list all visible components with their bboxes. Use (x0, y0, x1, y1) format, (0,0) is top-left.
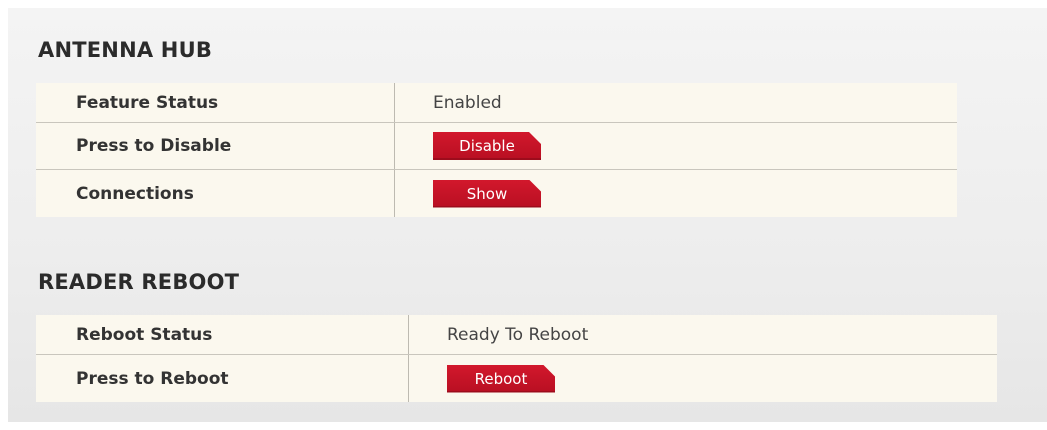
reboot-cell: Reboot (409, 355, 555, 402)
settings-panel: ANTENNA HUB Feature Status Enabled Press… (8, 8, 1047, 422)
reader-reboot-table: Reboot Status Ready To Reboot Press to R… (36, 315, 997, 402)
reboot-status-label: Reboot Status (36, 315, 409, 354)
connections-label: Connections (36, 170, 395, 217)
antenna-hub-table: Feature Status Enabled Press to Disable … (36, 83, 957, 217)
show-button[interactable]: Show (433, 180, 541, 208)
table-row: Press to Disable Disable (36, 123, 957, 170)
table-row: Connections Show (36, 170, 957, 217)
feature-status-value: Enabled (433, 92, 502, 113)
table-row: Press to Reboot Reboot (36, 355, 997, 402)
table-row: Reboot Status Ready To Reboot (36, 315, 997, 355)
disable-cell: Disable (395, 123, 541, 169)
press-to-disable-label: Press to Disable (36, 123, 395, 169)
feature-status-label: Feature Status (36, 83, 395, 122)
reboot-status-value: Ready To Reboot (447, 324, 589, 345)
reboot-button[interactable]: Reboot (447, 365, 555, 393)
disable-button[interactable]: Disable (433, 132, 541, 160)
show-cell: Show (395, 170, 541, 217)
table-row: Feature Status Enabled (36, 83, 957, 123)
press-to-reboot-label: Press to Reboot (36, 355, 409, 402)
reader-reboot-title: READER REBOOT (38, 270, 240, 294)
antenna-hub-title: ANTENNA HUB (38, 38, 213, 62)
